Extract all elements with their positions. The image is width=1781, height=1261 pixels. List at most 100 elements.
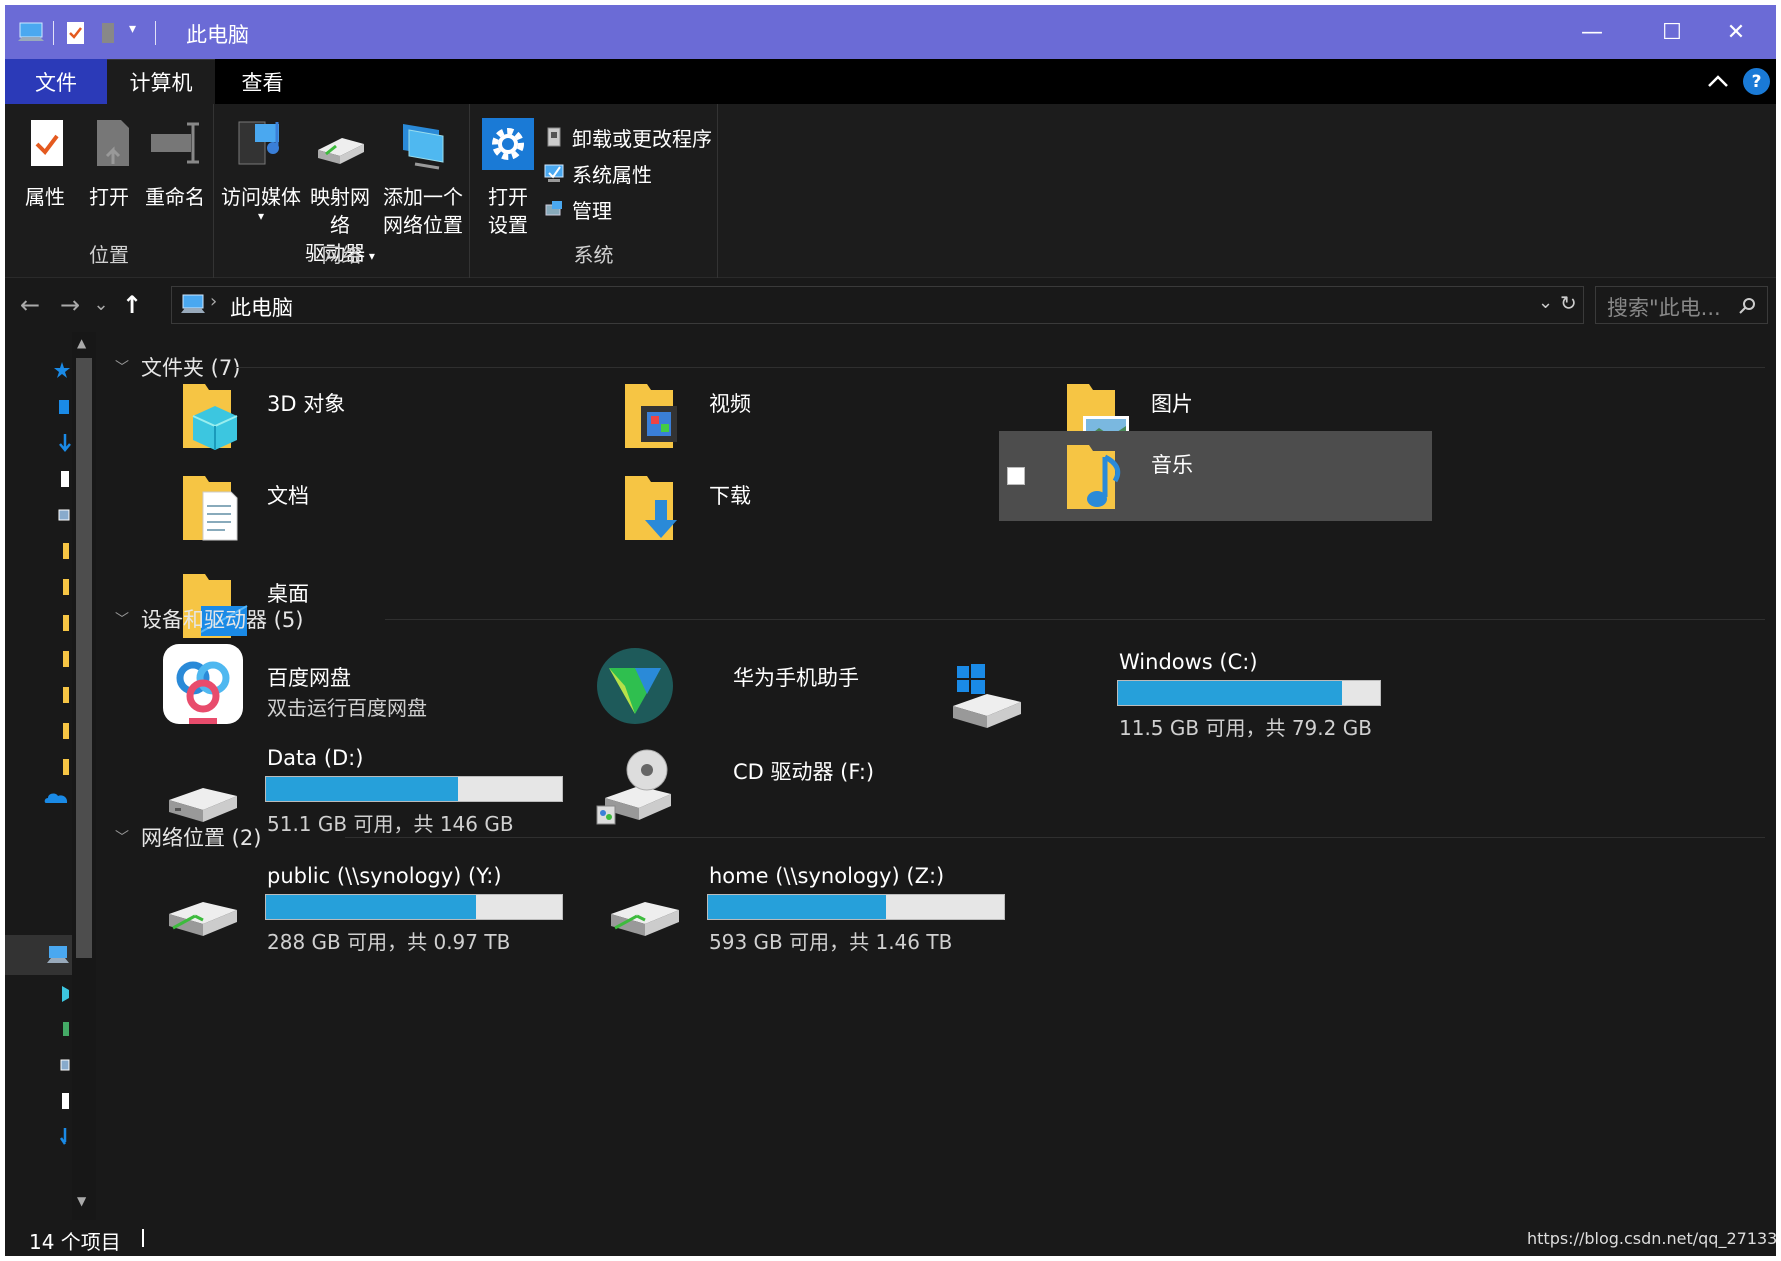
folder-item-videos[interactable]: 视频	[557, 370, 997, 462]
uninstall-programs-icon	[547, 127, 561, 147]
recent-locations-button[interactable]: ⌄	[89, 290, 113, 320]
tab-view[interactable]: 查看	[215, 59, 310, 104]
chevron-down-icon[interactable]: ﹀	[115, 609, 129, 629]
folder-nav-icon[interactable]	[53, 756, 71, 778]
windows-drive-icon	[953, 664, 1021, 728]
folder-nav-icon[interactable]	[53, 612, 71, 634]
pictures-nav-icon[interactable]	[53, 504, 71, 526]
device-item-huawei-hisuite[interactable]: 华为手机助手	[557, 642, 997, 732]
pictures-nav-icon[interactable]	[53, 1054, 71, 1076]
access-media-label: 访问媒体	[221, 185, 301, 209]
desktop-nav-icon[interactable]	[53, 396, 71, 418]
selection-checkbox[interactable]	[1007, 467, 1025, 485]
folder-name: 音乐	[1151, 453, 1193, 477]
refresh-icon[interactable]: ↻	[1560, 291, 1577, 315]
tab-file[interactable]: 文件	[5, 59, 107, 104]
access-media-button[interactable]: 访问媒体 ▾	[220, 116, 302, 222]
address-bar[interactable]: › 此电脑 ⌄ ↻	[171, 286, 1584, 324]
folder-nav-icon[interactable]	[53, 576, 71, 598]
new-folder-quick-icon[interactable]	[99, 21, 117, 45]
open-button[interactable]: 打开	[85, 116, 133, 211]
tab-computer[interactable]: 计算机	[107, 59, 215, 104]
folder-name: 3D 对象	[267, 392, 346, 416]
address-path[interactable]: 此电脑	[230, 292, 293, 322]
nav-scrollbar-thumb[interactable]	[76, 358, 92, 958]
map-network-drive-icon	[318, 138, 364, 164]
system-properties-button[interactable]: 系统属性	[542, 156, 652, 190]
scroll-up-icon[interactable]: ▲	[77, 336, 86, 350]
manage-icon	[545, 201, 562, 216]
navigation-bar: ← → ⌄ ↑ › 此电脑 ⌄ ↻ 搜索"此电...	[5, 278, 1776, 332]
downloads-nav-icon[interactable]	[53, 1126, 71, 1148]
minimize-button[interactable]: —	[1552, 5, 1632, 59]
properties-quick-icon[interactable]	[65, 21, 87, 45]
section-header-network[interactable]: ﹀ 网络位置 (2)	[115, 822, 261, 852]
network-drive-name: home (\\synology) (Z:)	[709, 864, 945, 888]
network-drive-icon	[169, 902, 237, 936]
search-icon[interactable]	[1738, 296, 1758, 316]
folder-nav-icon[interactable]	[53, 684, 71, 706]
quick-access-star-icon[interactable]	[53, 360, 71, 382]
open-settings-button[interactable]: 打开 设置	[478, 116, 538, 239]
onedrive-nav-icon[interactable]	[43, 786, 71, 808]
videos-nav-icon[interactable]	[53, 1018, 71, 1040]
documents-nav-icon[interactable]	[53, 1090, 71, 1112]
drive-item-cd-f[interactable]: CD 驱动器 (F:)	[557, 744, 997, 834]
3d-objects-nav-icon[interactable]	[53, 982, 71, 1004]
device-description: 双击运行百度网盘	[267, 696, 427, 720]
baidu-netdisk-icon	[163, 644, 243, 724]
network-drive-item-home[interactable]: home (\\synology) (Z:) 593 GB 可用，共 1.46 …	[557, 862, 1017, 954]
folder-nav-icon[interactable]	[53, 720, 71, 742]
breadcrumb-chevron-icon[interactable]: ›	[210, 291, 217, 312]
documents-nav-icon[interactable]	[53, 468, 71, 490]
watermark: https://blog.csdn.net/qq_27133869	[1527, 1229, 1776, 1248]
forward-button[interactable]: →	[55, 290, 85, 320]
open-settings-label-1: 打开	[488, 185, 528, 209]
properties-button[interactable]: 属性	[19, 116, 71, 211]
chevron-down-icon[interactable]: ﹀	[115, 827, 129, 847]
folder-item-music-selected[interactable]: 音乐	[999, 431, 1432, 521]
drive-usage-fill	[1118, 681, 1342, 705]
uninstall-programs-button[interactable]: 卸载或更改程序	[542, 120, 712, 154]
help-button[interactable]: ?	[1743, 68, 1770, 95]
add-network-location-button[interactable]: 添加一个 网络位置	[382, 116, 464, 239]
ribbon-tabs: 文件 计算机 查看 ?	[5, 59, 1776, 104]
network-drive-icon	[611, 902, 679, 936]
map-drive-label-1: 映射网络	[310, 185, 370, 237]
close-button[interactable]: ✕	[1696, 5, 1776, 59]
drive-usage-bar	[707, 894, 1005, 920]
explorer-window: ▾ 此电脑 — ☐ ✕ 文件 计算机 查看 ? 属性 打开 重命名 位置 访问媒…	[5, 5, 1776, 1256]
section-title-devices: 设备和驱动器 (5)	[141, 608, 304, 632]
drive-free-space: 11.5 GB 可用，共 79.2 GB	[1119, 716, 1372, 740]
folder-item-3d-objects[interactable]: 3D 对象	[115, 370, 555, 462]
collapse-ribbon-icon[interactable]	[1705, 69, 1731, 95]
ribbon-group-location: 属性 打开 重命名 位置	[5, 104, 214, 278]
drive-name: Windows (C:)	[1119, 650, 1258, 674]
folder-nav-icon[interactable]	[53, 648, 71, 670]
status-bar: 14 个项目 https://blog.csdn.net/qq_27133869	[5, 1220, 1776, 1256]
network-drive-item-public[interactable]: public (\\synology) (Y:) 288 GB 可用，共 0.9…	[115, 862, 575, 954]
ribbon-group-system: 打开 设置 卸载或更改程序 系统属性 管理 系统	[470, 104, 718, 278]
scroll-down-icon[interactable]: ▼	[77, 1194, 86, 1208]
device-item-baidu-netdisk[interactable]: 百度网盘 双击运行百度网盘	[115, 642, 555, 732]
nav-scrollbar[interactable]: ▲ ▼	[72, 332, 96, 1220]
folder-item-downloads[interactable]: 下载	[557, 462, 997, 554]
rename-button[interactable]: 重命名	[143, 116, 207, 211]
rename-icon	[151, 122, 199, 164]
manage-button[interactable]: 管理	[542, 192, 612, 226]
drive-free-space: 51.1 GB 可用，共 146 GB	[267, 812, 514, 836]
folder-nav-icon[interactable]	[53, 540, 71, 562]
section-header-devices[interactable]: ﹀ 设备和驱动器 (5)	[115, 604, 303, 634]
huawei-hisuite-icon	[597, 648, 673, 724]
downloads-folder-icon	[625, 476, 677, 540]
downloads-nav-icon[interactable]	[53, 432, 71, 454]
back-button[interactable]: ←	[15, 290, 45, 320]
drive-item-c[interactable]: Windows (C:) 11.5 GB 可用，共 79.2 GB	[939, 650, 1399, 742]
search-box[interactable]: 搜索"此电...	[1595, 286, 1768, 324]
folder-item-documents[interactable]: 文档	[115, 462, 555, 554]
address-dropdown-icon[interactable]: ⌄	[1538, 292, 1553, 313]
customize-quick-access-icon[interactable]: ▾	[129, 21, 136, 37]
drive-free-space: 288 GB 可用，共 0.97 TB	[267, 930, 511, 954]
up-button[interactable]: ↑	[117, 290, 147, 320]
this-pc-nav-icon[interactable]	[45, 944, 71, 966]
